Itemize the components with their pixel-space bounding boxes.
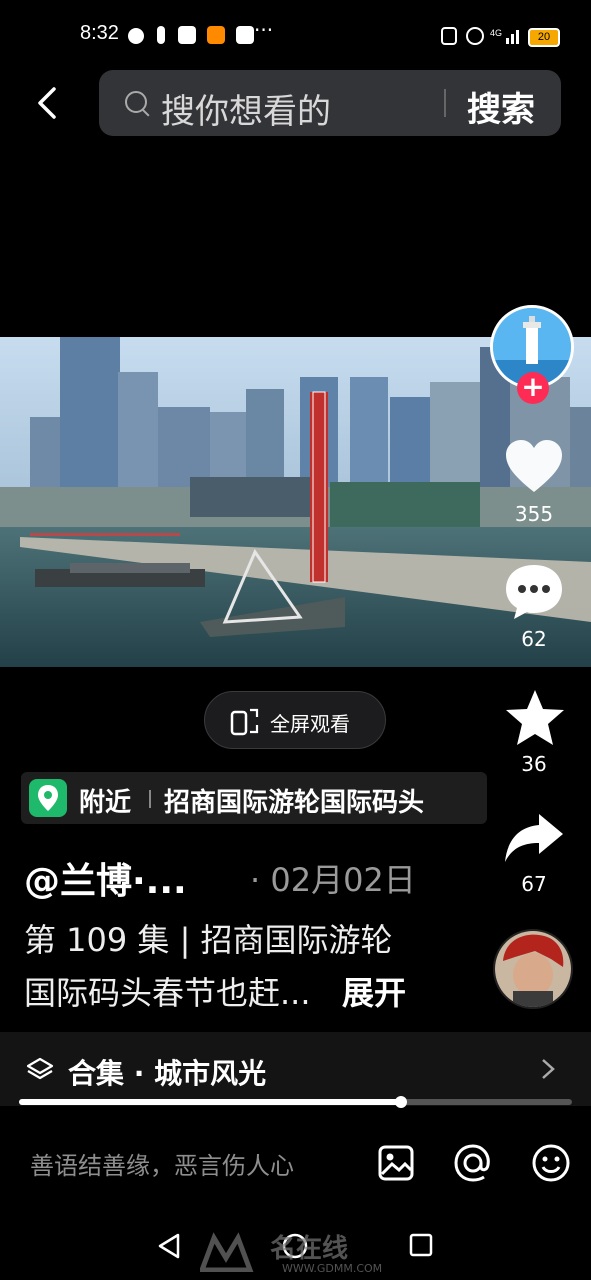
comment-icon[interactable] (503, 562, 565, 622)
fullscreen-label: 全屏观看 (270, 712, 350, 736)
search-bar[interactable]: 搜你想看的 搜索 (99, 70, 561, 136)
location-tag[interactable]: 附近 招商国际游轮国际码头 (21, 772, 487, 824)
nav-back-icon[interactable] (156, 1232, 182, 1260)
location-name: 招商国际游轮国际码头 (164, 788, 425, 818)
mail-app-icon (236, 26, 255, 44)
watermark-logo (200, 1232, 254, 1272)
like-count: 355 (514, 502, 554, 526)
star-icon[interactable] (504, 688, 566, 748)
location-label: 附近 (79, 788, 132, 818)
search-icon (125, 91, 147, 113)
more-notifications: ··· (254, 18, 274, 42)
network-label: 4G (490, 28, 502, 38)
follow-button[interactable]: + (517, 372, 549, 404)
post-date: · 02月02日 (250, 861, 416, 899)
signal-icons: 4G (441, 27, 519, 45)
caption-line-1: 第 109 集 | 招商国际游轮 (24, 921, 393, 959)
search-divider (444, 89, 446, 117)
watermark-text: 名在线 (270, 1234, 349, 1264)
emoji-icon[interactable] (531, 1143, 571, 1183)
video-progress-fill (19, 1099, 401, 1105)
expand-caption-button[interactable]: 展开 (342, 968, 406, 1014)
mention-icon[interactable] (453, 1143, 493, 1183)
video-progress-handle[interactable] (394, 1096, 407, 1108)
battery-icon: 20 (528, 28, 560, 47)
video-app-icon (128, 28, 144, 44)
favorite-count: 36 (521, 752, 547, 776)
caption-line-2: 国际码头春节也赶... (24, 974, 311, 1012)
character-avatar-image (495, 931, 571, 1007)
play-app-icon (207, 26, 226, 44)
search-button[interactable]: 搜索 (467, 82, 535, 131)
layers-icon (26, 1057, 54, 1080)
status-bar: 8:32 ··· 4G 20 (0, 0, 591, 70)
author-name[interactable]: @兰博·... (24, 852, 187, 904)
location-pin-icon (29, 779, 67, 817)
comment-input[interactable]: 善语结善缘，恶言伤人心 (30, 1146, 294, 1181)
watermark-url: WWW.GDMM.COM (282, 1262, 383, 1275)
notification-icons (128, 26, 255, 48)
share-icon[interactable] (503, 812, 565, 864)
collection-label: 合集 · 城市风光 (68, 1057, 267, 1090)
chevron-right-icon (542, 1059, 555, 1079)
collection-bar[interactable]: 合集 · 城市风光 (0, 1032, 591, 1106)
app-icon (178, 26, 197, 44)
nav-recents-icon[interactable] (408, 1232, 434, 1258)
alert-icon (157, 26, 166, 44)
back-button[interactable] (30, 85, 66, 121)
rotate-screen-icon (230, 708, 259, 736)
comment-count: 62 (521, 627, 547, 651)
share-count: 67 (521, 872, 547, 896)
heart-icon[interactable] (504, 438, 564, 496)
status-time: 8:32 (80, 22, 119, 44)
video-progress-bar[interactable] (19, 1096, 572, 1108)
image-icon[interactable] (377, 1144, 415, 1182)
fullscreen-button[interactable]: 全屏观看 (204, 691, 386, 749)
location-separator (149, 790, 151, 808)
music-disc-avatar[interactable] (493, 929, 573, 1009)
search-input[interactable]: 搜你想看的 (161, 84, 331, 133)
